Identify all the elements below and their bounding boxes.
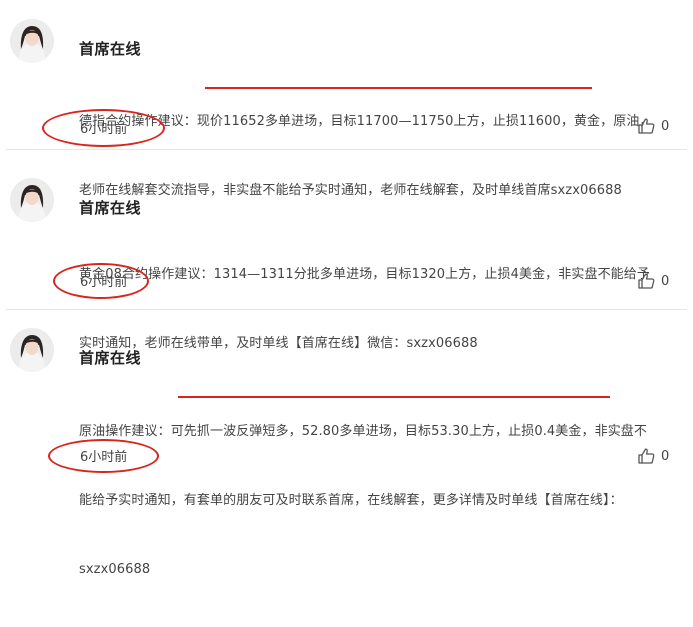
avatar[interactable] — [10, 178, 54, 222]
avatar[interactable] — [10, 328, 54, 372]
post-content-line: sxzx06688 — [79, 562, 151, 577]
like-button[interactable]: 0 — [638, 271, 669, 291]
post-content-line: 德指合约操作建议：现价11652多单进场，目标11700—11750上方，止损1… — [79, 114, 653, 129]
post-item: 首席在线 黄金08合约操作建议：1314—1311分批多单进场，目标1320上方… — [0, 150, 693, 351]
thumbs-up-icon — [638, 448, 655, 464]
author-name[interactable]: 首席在线 — [79, 347, 141, 368]
post-item: 首席在线 原油操作建议：可先抓一波反弹短多，52.80多单进场，目标53.30上… — [0, 310, 693, 577]
post-item: 首席在线 德指合约操作建议：现价11652多单进场，目标11700—11750上… — [0, 0, 693, 198]
like-count: 0 — [661, 273, 670, 289]
post-timestamp: 6小时前 — [80, 122, 128, 137]
annotation-underline — [205, 87, 592, 89]
avatar[interactable] — [10, 19, 54, 63]
post-feed: 首席在线 德指合约操作建议：现价11652多单进场，目标11700—11750上… — [0, 0, 693, 577]
author-name[interactable]: 首席在线 — [79, 38, 141, 59]
post-content: 原油操作建议：可先抓一波反弹短多，52.80多单进场，目标53.30上方，止损0… — [79, 374, 679, 627]
post-timestamp: 6小时前 — [80, 275, 128, 290]
post-timestamp: 6小时前 — [80, 450, 128, 465]
like-count: 0 — [661, 448, 670, 464]
like-count: 0 — [661, 118, 670, 134]
post-content-line: 黄金08合约操作建议：1314—1311分批多单进场，目标1320上方，止损4美… — [79, 267, 650, 282]
thumbs-up-icon — [638, 273, 655, 289]
like-button[interactable]: 0 — [638, 116, 669, 136]
post-content-line: 能给予实时通知，有套单的朋友可及时联系首席，在线解套，更多详情及时单线【首席在线… — [79, 493, 623, 508]
author-name[interactable]: 首席在线 — [79, 197, 141, 218]
annotation-underline — [178, 396, 610, 398]
post-content-line: 原油操作建议：可先抓一波反弹短多，52.80多单进场，目标53.30上方，止损0… — [79, 424, 648, 439]
like-button[interactable]: 0 — [638, 446, 669, 466]
thumbs-up-icon — [638, 118, 655, 134]
